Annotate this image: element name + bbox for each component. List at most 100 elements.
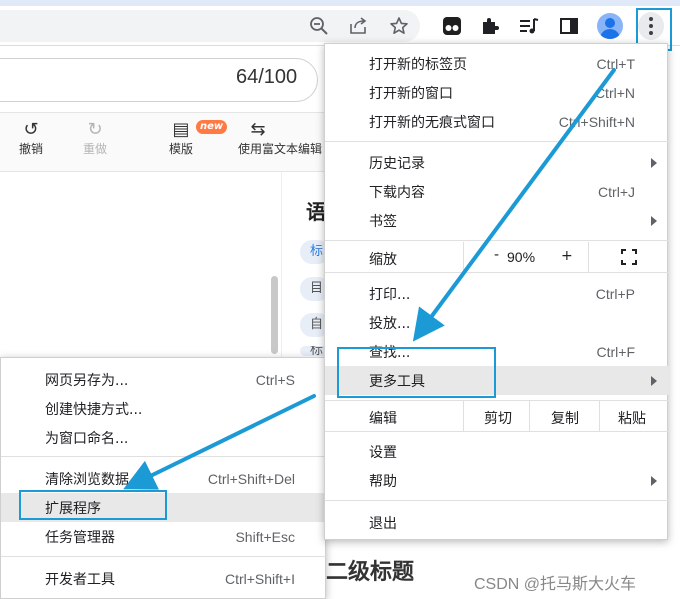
- copy-label: 复制: [551, 411, 579, 427]
- copy-button[interactable]: 复制: [529, 401, 599, 431]
- menu-item-save-page[interactable]: 网页另存为... Ctrl+S: [1, 365, 327, 394]
- menu-item-help[interactable]: 帮助: [325, 466, 669, 495]
- menu-item-label: 打印...: [369, 286, 411, 303]
- zoom-icon[interactable]: [307, 14, 331, 38]
- menu-item-settings[interactable]: 设置: [325, 437, 669, 466]
- menu-item-shortcut: Ctrl+Shift+I: [224, 570, 295, 587]
- menu-separator: [325, 500, 669, 501]
- menu-item-shortcut: Ctrl+Shift+Del: [207, 470, 295, 487]
- undo-icon: ↺: [23, 119, 39, 140]
- submenu-arrow-icon: [651, 157, 657, 168]
- redo-icon: ↻: [87, 119, 103, 140]
- editor-scrollbar[interactable]: [271, 276, 278, 354]
- menu-item-create-shortcut[interactable]: 创建快捷方式...: [1, 394, 327, 423]
- undo-label: 撤销: [18, 142, 43, 156]
- side-panel-icon[interactable]: [557, 14, 581, 38]
- bookmark-star-icon[interactable]: [387, 14, 411, 38]
- submenu-arrow-icon: [651, 375, 657, 386]
- extensions-highlight: [19, 490, 167, 520]
- zoom-in-button[interactable]: +: [553, 242, 583, 272]
- menu-item-label: 开发者工具: [45, 571, 115, 588]
- browser-toolbar: [0, 6, 680, 46]
- menu-item-devtools[interactable]: 开发者工具 Ctrl+Shift+I: [1, 564, 327, 593]
- menu-separator: [1, 456, 327, 457]
- menu-item-incognito[interactable]: 打开新的无痕式窗口 Ctrl+Shift+N: [325, 107, 669, 136]
- menu-separator: [325, 431, 669, 432]
- menu-item-task-manager[interactable]: 任务管理器 Shift+Esc: [1, 522, 327, 551]
- menu-separator: [325, 240, 669, 241]
- menu-item-label: 网页另存为...: [45, 372, 129, 389]
- menu-item-bookmarks[interactable]: 书签: [325, 206, 669, 235]
- menu-item-label: 下载内容: [369, 184, 425, 201]
- menu-item-label: 书签: [369, 213, 397, 230]
- menu-item-shortcut: Ctrl+F: [596, 343, 636, 360]
- switch-editor-icon: ⇆: [250, 120, 266, 140]
- menu-item-label: 清除浏览数据...: [45, 471, 143, 488]
- side-panel-heading: 语: [306, 200, 326, 224]
- article-heading-2: 二级标题: [326, 560, 415, 585]
- template-icon: ▤: [172, 119, 190, 140]
- menu-item-label: 打开新的标签页: [369, 56, 467, 73]
- template-button[interactable]: ▤ 模版: [166, 120, 196, 157]
- edit-row: 编辑 剪切 复制 粘贴: [325, 401, 669, 431]
- edit-label: 编辑: [369, 411, 397, 427]
- submenu-arrow-icon: [651, 215, 657, 226]
- menu-item-name-window[interactable]: 为窗口命名...: [1, 423, 327, 452]
- title-counter: 64/100: [236, 66, 298, 88]
- cut-button[interactable]: 剪切: [463, 401, 529, 431]
- cut-label: 剪切: [484, 411, 512, 427]
- zoom-out-label: -: [494, 247, 500, 263]
- new-badge: new: [196, 120, 228, 134]
- undo-button[interactable]: ↺ 撤销: [16, 120, 46, 157]
- menu-item-exit[interactable]: 退出: [325, 508, 669, 537]
- menu-item-label: 设置: [369, 444, 397, 461]
- menu-item-label: 打开新的无痕式窗口: [369, 114, 495, 131]
- more-tools-highlight: [337, 347, 496, 398]
- menu-item-shortcut: Ctrl+P: [595, 285, 635, 302]
- menu-separator: [325, 141, 669, 142]
- menu-item-shortcut: Ctrl+Shift+N: [558, 113, 635, 130]
- menu-item-label: 投放...: [369, 315, 411, 332]
- menu-item-shortcut: Shift+Esc: [235, 528, 295, 545]
- tampermonkey-icon[interactable]: [440, 14, 464, 38]
- menu-item-label: 打开新的窗口: [369, 85, 453, 102]
- csdn-watermark: CSDN @托马斯大火车: [474, 576, 637, 593]
- rich-text-label: 使用富文本编辑: [237, 142, 322, 156]
- template-label: 模版: [168, 142, 193, 156]
- menu-separator: [1, 556, 327, 557]
- submenu-arrow-icon: [651, 475, 657, 486]
- zoom-label: 缩放: [369, 252, 397, 268]
- chrome-main-menu: 打开新的标签页 Ctrl+T 打开新的窗口 Ctrl+N 打开新的无痕式窗口 C…: [324, 43, 669, 540]
- extensions-puzzle-icon[interactable]: [478, 14, 502, 38]
- menu-item-label: 帮助: [369, 473, 397, 490]
- rich-text-button[interactable]: ⇆ 使用富文本编辑: [230, 120, 330, 157]
- zoom-in-label: +: [561, 248, 573, 264]
- reading-list-icon[interactable]: [517, 14, 541, 38]
- menu-item-print[interactable]: 打印... Ctrl+P: [325, 279, 669, 308]
- share-icon[interactable]: [346, 14, 370, 38]
- redo-button[interactable]: ↻ 重做: [80, 120, 110, 157]
- menu-item-shortcut: Ctrl+T: [596, 55, 636, 72]
- menu-item-history[interactable]: 历史记录: [325, 148, 669, 177]
- menu-item-shortcut: Ctrl+S: [255, 371, 295, 388]
- paste-label: 粘贴: [618, 411, 646, 427]
- zoom-row: 缩放 - 90% +: [325, 242, 669, 272]
- menu-item-new-tab[interactable]: 打开新的标签页 Ctrl+T: [325, 49, 669, 78]
- menu-item-cast[interactable]: 投放...: [325, 308, 669, 337]
- menu-item-shortcut: Ctrl+N: [594, 84, 635, 101]
- menu-item-label: 任务管理器: [45, 529, 115, 546]
- menu-item-downloads[interactable]: 下载内容 Ctrl+J: [325, 177, 669, 206]
- menu-item-label: 历史记录: [369, 155, 425, 172]
- fullscreen-button[interactable]: [588, 242, 669, 272]
- menu-item-new-window[interactable]: 打开新的窗口 Ctrl+N: [325, 78, 669, 107]
- fullscreen-icon: [621, 249, 637, 265]
- menu-item-label: 退出: [369, 515, 397, 532]
- menu-item-label: 为窗口命名...: [45, 430, 129, 447]
- zoom-value: 90%: [507, 249, 536, 265]
- redo-label: 重做: [82, 142, 107, 156]
- more-tools-submenu: 网页另存为... Ctrl+S 创建快捷方式... 为窗口命名... 清除浏览数…: [0, 357, 327, 599]
- paste-button[interactable]: 粘贴: [599, 401, 669, 431]
- menu-item-label: 创建快捷方式...: [45, 401, 143, 418]
- profile-avatar-icon[interactable]: [597, 13, 623, 39]
- menu-item-clear-data[interactable]: 清除浏览数据... Ctrl+Shift+Del: [1, 464, 327, 493]
